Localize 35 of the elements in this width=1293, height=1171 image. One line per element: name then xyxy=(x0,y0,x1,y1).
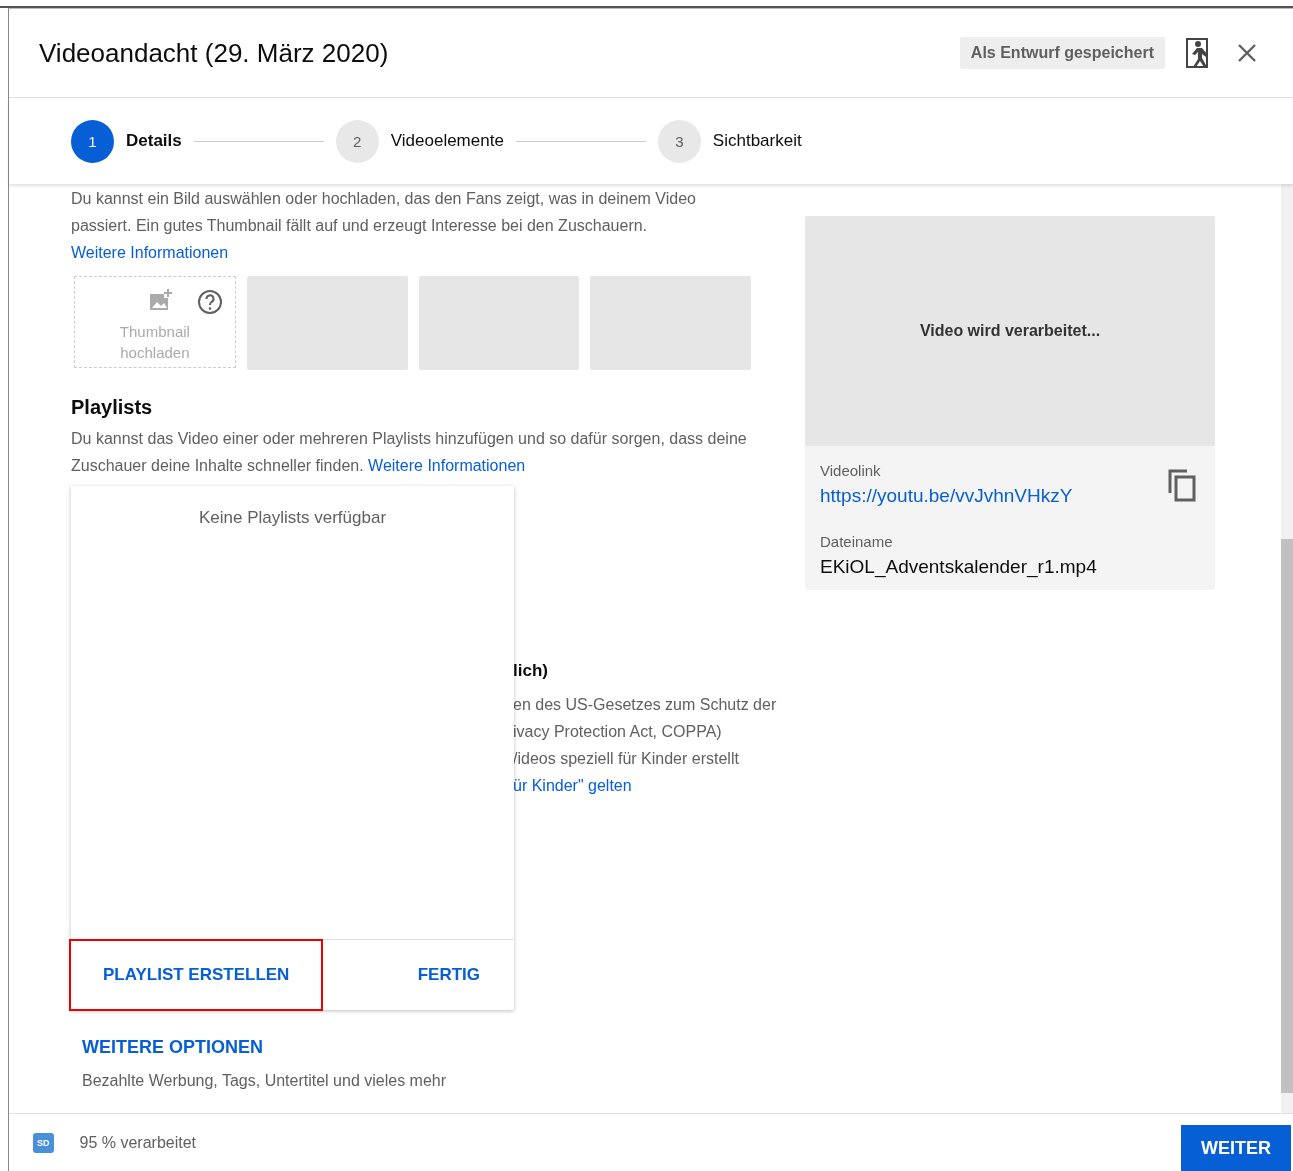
copy-icon[interactable] xyxy=(1167,468,1197,502)
draft-status: Als Entwurf gespeichert xyxy=(959,37,1165,69)
more-options-button[interactable]: WEITERE OPTIONEN xyxy=(82,1037,263,1058)
audience-text: /ideos speziell für Kinder erstellt xyxy=(513,749,739,769)
playlists-description: Du kannst das Video einer oder mehreren Playlists hinzufügen und so dafür sorgen, dass deine Zuschauer deine Inhalte schneller finden. Weitere Informationen xyxy=(71,429,748,476)
more-info-link[interactable]: Weitere Informationen xyxy=(71,244,229,261)
processing-status: 95 % verarbeitet xyxy=(79,1134,198,1152)
help-icon[interactable] xyxy=(196,289,223,315)
thumbnail-description: Du kannst ein Bild auswählen oder hochladen, das den Fans zeigt, was in deinem Video passiert. Ein gutes Thumbnail fällt auf und erzeugt Interesse bei den Zuschauern. Weitere Informationen xyxy=(71,189,697,263)
popup-button[interactable]: FERTIG xyxy=(383,939,514,1011)
scrollbar[interactable] xyxy=(1281,184,1293,1113)
field-label: Videolink xyxy=(820,462,882,479)
step-tab[interactable]: 1 Details xyxy=(71,119,182,163)
filename-text: EKiOL_Adventskalender_r1.mp4 xyxy=(820,556,1098,578)
audience-text: en des US-Gesetzes zum Schutz der xyxy=(513,695,777,715)
sd-badge: SD xyxy=(33,1133,54,1153)
thumbnail-placeholder[interactable] xyxy=(590,276,751,370)
thumbnail-placeholder[interactable] xyxy=(418,276,580,370)
video-preview: Video wird verarbeitet... xyxy=(805,216,1215,446)
section-heading: Playlists xyxy=(71,396,154,419)
step-tab[interactable]: 3 Sichtbarkeit xyxy=(657,119,802,163)
next-button[interactable]: WEITER xyxy=(1181,1125,1291,1171)
empty-message: Keine Playlists verfügbar xyxy=(198,508,387,527)
step-tab[interactable]: 2 Videoelemente xyxy=(335,119,504,163)
audience-text: ivacy Protection Act, COPPA) xyxy=(513,722,722,742)
kids-info-link[interactable]: ür Kinder" gelten xyxy=(513,777,632,794)
video-link[interactable]: https://youtu.be/vvJvhnVHkzY xyxy=(820,485,1073,507)
dialog-title: Videoandacht (29. März 2020) xyxy=(39,37,390,69)
field-label: Dateiname xyxy=(820,533,894,550)
more-options-description: Bezahlte Werbung, Tags, Untertitel und vieles mehr xyxy=(82,1072,448,1090)
upload-label: Thumbnail hochladen xyxy=(118,322,191,363)
popup-button[interactable]: PLAYLIST ERSTELLEN xyxy=(69,939,324,1011)
thumbnail-placeholder[interactable] xyxy=(246,276,408,370)
more-info-link[interactable]: Weitere Informationen xyxy=(368,457,526,474)
section-heading: lich) xyxy=(513,661,549,681)
